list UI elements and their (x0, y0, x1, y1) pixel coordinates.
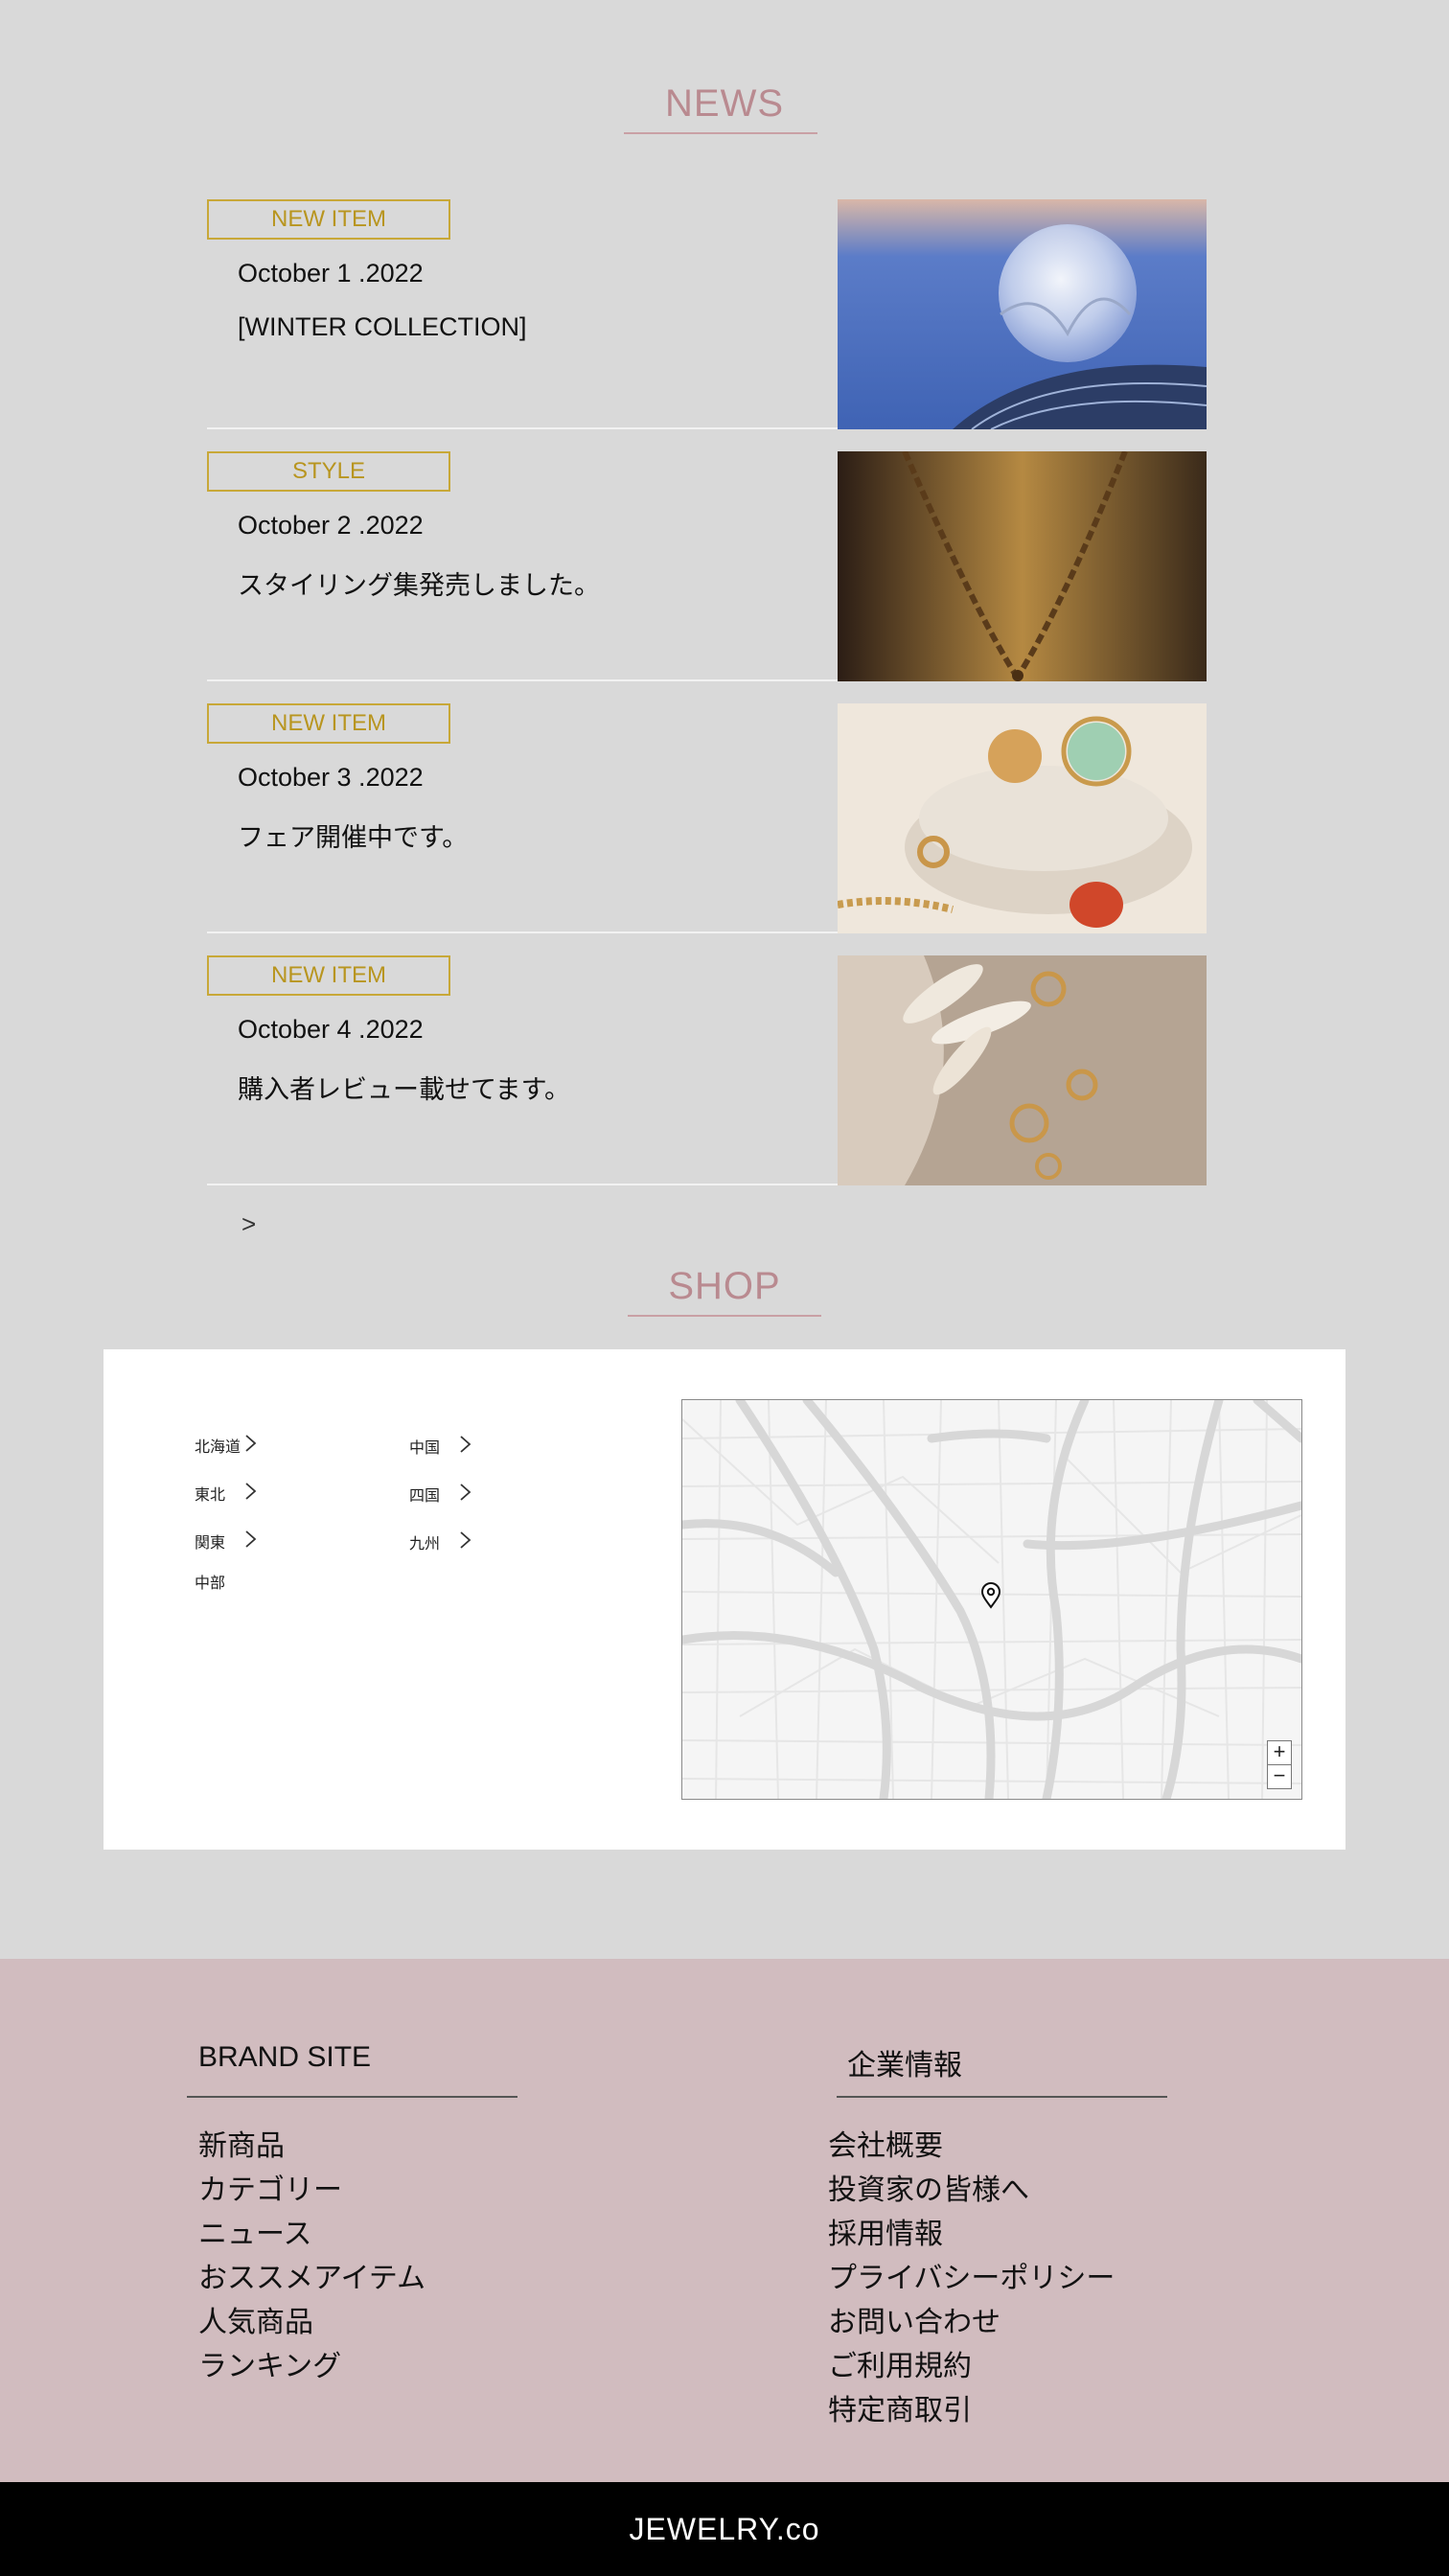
footer-link-recruitment[interactable]: 採用情報 (828, 2213, 1115, 2257)
region-link-kyushu[interactable]: 九州 (409, 1530, 472, 1553)
brand-footer-bar: JEWELRY.co (0, 2482, 1449, 2576)
company-info-links: 会社概要 投資家の皆様へ 採用情報 プライバシーポリシー お問い合わせ ご利用規… (828, 2125, 1115, 2433)
news-title: NEWS (665, 82, 784, 125)
site-footer: BRAND SITE 新商品 カテゴリー ニュース おススメアイテム 人気商品 … (0, 1959, 1449, 2482)
news-title-rule (624, 132, 817, 134)
footer-link-categories[interactable]: カテゴリー (198, 2169, 426, 2213)
region-label: 四国 (409, 1488, 441, 1505)
news-date: October 3 .2022 (238, 763, 424, 792)
footer-link-popular[interactable]: 人気商品 (198, 2301, 426, 2345)
location-pin-icon[interactable] (980, 1582, 1001, 1609)
news-item[interactable]: NEW ITEM October 4 .2022 購入者レビュー載せてます。 (207, 955, 1207, 1185)
news-item[interactable]: NEW ITEM October 3 .2022 フェア開催中です。 (207, 703, 1207, 933)
chevron-right-icon (244, 1434, 258, 1458)
news-headline[interactable]: スタイリング集発売しました。 (238, 564, 600, 602)
region-label: 北海道 (195, 1439, 242, 1456)
shop-title-rule (628, 1315, 821, 1317)
region-label: 関東 (195, 1535, 226, 1552)
chevron-right-icon (459, 1530, 472, 1554)
news-date: October 1 .2022 (238, 259, 424, 288)
brand-site-links: 新商品 カテゴリー ニュース おススメアイテム 人気商品 ランキング (198, 2125, 426, 2389)
chevron-right-icon (459, 1435, 472, 1459)
footer-link-new-items[interactable]: 新商品 (198, 2125, 426, 2169)
region-link-shikoku[interactable]: 四国 (409, 1483, 472, 1506)
footer-link-company-overview[interactable]: 会社概要 (828, 2125, 1115, 2169)
news-item[interactable]: STYLE October 2 .2022 スタイリング集発売しました。 (207, 451, 1207, 681)
region-link-chugoku[interactable]: 中国 (409, 1435, 472, 1458)
news-divider (207, 427, 838, 429)
company-info-rule (837, 2096, 1167, 2098)
brand-site-heading: BRAND SITE (198, 2041, 372, 2073)
news-tag[interactable]: NEW ITEM (207, 199, 450, 240)
region-label: 九州 (409, 1536, 441, 1552)
news-divider (207, 932, 838, 933)
chevron-right-icon[interactable]: > (242, 1209, 256, 1239)
footer-link-terms[interactable]: ご利用規約 (828, 2345, 1115, 2389)
footer-link-ranking[interactable]: ランキング (198, 2345, 426, 2389)
news-tag[interactable]: NEW ITEM (207, 955, 450, 996)
region-link-chubu[interactable]: 中部 (195, 1570, 225, 1593)
news-divider (207, 1184, 838, 1185)
chevron-right-icon (244, 1530, 258, 1553)
region-link-kanto[interactable]: 関東 (195, 1530, 257, 1552)
shop-panel: 北海道 東北 関東 中部 中国 四国 九州 + − (104, 1349, 1346, 1850)
gold-chain-necklace-photo[interactable] (838, 451, 1207, 681)
region-label: 中部 (195, 1576, 226, 1592)
news-divider (207, 679, 838, 681)
zoom-in-button[interactable]: + (1268, 1741, 1291, 1764)
news-headline[interactable]: 購入者レビュー載せてます。 (238, 1069, 570, 1106)
news-date: October 4 .2022 (238, 1015, 424, 1044)
chevron-right-icon (244, 1482, 258, 1506)
shop-title: SHOP (668, 1265, 781, 1307)
news-headline[interactable]: フェア開催中です。 (238, 816, 468, 854)
brand-site-rule (187, 2096, 518, 2098)
news-tag[interactable]: STYLE (207, 451, 450, 492)
frozen-bubble-photo[interactable] (838, 199, 1207, 429)
gold-rings-dried-flowers-photo[interactable] (838, 955, 1207, 1185)
footer-link-recommended[interactable]: おススメアイテム (198, 2257, 426, 2301)
gemstone-rings-photo[interactable] (838, 703, 1207, 933)
region-label: 中国 (409, 1440, 441, 1457)
news-item[interactable]: NEW ITEM October 1 .2022 [WINTER COLLECT… (207, 199, 1207, 429)
region-link-tohoku[interactable]: 東北 (195, 1482, 257, 1505)
chevron-right-icon (459, 1483, 472, 1506)
region-link-hokkaido[interactable]: 北海道 (195, 1434, 257, 1457)
footer-link-commercial-transactions[interactable]: 特定商取引 (828, 2389, 1115, 2433)
region-label: 東北 (195, 1487, 226, 1504)
footer-link-investors[interactable]: 投資家の皆様へ (828, 2169, 1115, 2213)
news-tag[interactable]: NEW ITEM (207, 703, 450, 744)
zoom-out-button[interactable]: − (1268, 1764, 1291, 1788)
news-headline[interactable]: [WINTER COLLECTION] (238, 312, 527, 342)
footer-link-privacy-policy[interactable]: プライバシーポリシー (828, 2257, 1115, 2301)
footer-link-news[interactable]: ニュース (198, 2213, 426, 2257)
company-info-heading: 企業情報 (847, 2050, 962, 2082)
map-zoom-control: + − (1267, 1740, 1292, 1789)
shop-map[interactable]: + − (681, 1399, 1302, 1800)
news-date: October 2 .2022 (238, 511, 424, 540)
footer-link-contact[interactable]: お問い合わせ (828, 2301, 1115, 2345)
